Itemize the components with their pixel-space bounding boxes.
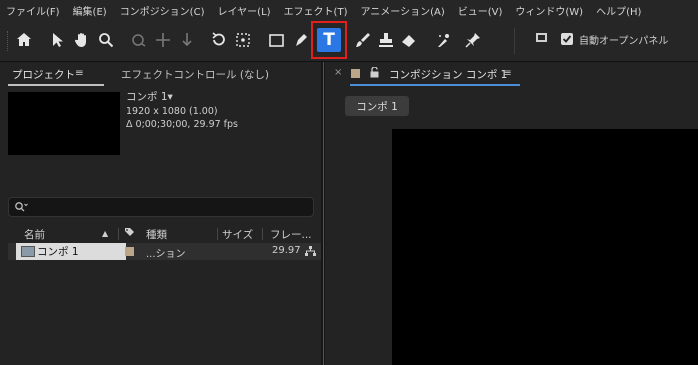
tab-project[interactable]: プロジェクト	[12, 67, 75, 82]
pen-icon[interactable]	[290, 29, 312, 51]
clone-stamp-icon[interactable]	[375, 29, 397, 51]
menu-animation[interactable]: アニメーション(A)	[360, 3, 444, 18]
pan-camera-icon[interactable]	[152, 29, 174, 51]
dropdown-arrow-icon[interactable]: ▾	[168, 91, 173, 103]
column-frame-rate[interactable]: フレー...	[270, 227, 312, 242]
comp-info-duration: Δ 0;00;30;00, 29.97 fps	[126, 119, 239, 130]
column-separator	[262, 228, 263, 240]
orbit-camera-icon[interactable]	[128, 29, 150, 51]
column-separator	[118, 228, 119, 240]
roto-brush-icon[interactable]	[433, 29, 455, 51]
project-panel: プロジェクト ≡ エフェクトコントロール (なし) コンポ 1▾ 1920 x …	[0, 62, 321, 365]
menu-file[interactable]: ファイル(F)	[6, 3, 60, 18]
auto-open-panels-checkbox[interactable]	[561, 33, 573, 45]
menu-bar: ファイル(F) 編集(E) コンポジション(C) レイヤー(L) エフェクト(T…	[0, 0, 698, 20]
project-search-input[interactable]	[8, 197, 314, 217]
comp-info-size: 1920 x 1080 (1.00)	[126, 106, 218, 117]
composition-viewer[interactable]	[392, 129, 698, 365]
eraser-icon[interactable]	[398, 29, 420, 51]
composition-icon	[21, 246, 35, 257]
toolbar-grip[interactable]	[7, 31, 9, 51]
auto-open-panels: 自動オープンパネル	[535, 31, 668, 47]
column-separator	[217, 228, 218, 240]
composition-panel: × コンポジション コンポ 1 ≡ コンポ 1	[325, 62, 698, 365]
flowchart-icon[interactable]	[305, 246, 316, 260]
active-tab-underline	[8, 84, 104, 86]
panel-menu-icon[interactable]: ≡	[75, 67, 84, 79]
selection-arrow-icon[interactable]	[47, 29, 69, 51]
label-tag-icon[interactable]	[124, 227, 135, 241]
project-item-name-cell[interactable]: コンポ 1	[16, 243, 126, 260]
column-size[interactable]: サイズ	[222, 227, 253, 242]
project-item-name: コンポ 1	[37, 246, 79, 258]
comp-info-name[interactable]: コンポ 1▾	[126, 89, 173, 104]
puppet-pin-icon[interactable]	[462, 29, 484, 51]
pan-behind-icon[interactable]	[232, 29, 254, 51]
tools-toolbar: T 自動オープンパネル	[0, 20, 698, 62]
zoom-icon[interactable]	[95, 29, 117, 51]
sort-up-icon[interactable]: ▲	[102, 229, 108, 238]
hand-icon[interactable]	[71, 29, 93, 51]
brush-icon[interactable]	[352, 29, 374, 51]
active-tab-underline	[350, 84, 520, 86]
menu-window[interactable]: ウィンドウ(W)	[515, 3, 583, 18]
menu-effect[interactable]: エフェクト(T)	[284, 3, 348, 18]
label-color-swatch[interactable]	[125, 247, 134, 256]
comp-navigator-button[interactable]: コンポ 1	[345, 96, 409, 116]
auto-open-panels-label: 自動オープンパネル	[579, 35, 669, 47]
rectangle-icon[interactable]	[266, 29, 288, 51]
project-list-header: 名前 ▲ 種類 サイズ フレー...	[8, 226, 321, 242]
menu-help[interactable]: ヘルプ(H)	[596, 3, 641, 18]
lock-icon[interactable]	[370, 66, 379, 81]
column-type[interactable]: 種類	[146, 227, 167, 242]
dolly-camera-icon[interactable]	[176, 29, 198, 51]
menu-view[interactable]: ビュー(V)	[458, 3, 503, 18]
active-panel-border	[323, 62, 324, 365]
project-item-fps: 29.97	[272, 245, 301, 256]
column-name[interactable]: 名前	[24, 227, 45, 242]
comp-label-swatch	[351, 69, 360, 78]
tab-composition[interactable]: コンポジション コンポ 1	[389, 67, 507, 82]
menu-layer[interactable]: レイヤー(L)	[217, 3, 270, 18]
home-icon[interactable]	[13, 29, 35, 51]
tab-effect-controls[interactable]: エフェクトコントロール (なし)	[121, 67, 269, 82]
project-panel-tabs: プロジェクト ≡ エフェクトコントロール (なし)	[0, 62, 321, 86]
toolbar-separator	[514, 28, 515, 54]
rotate-icon[interactable]	[208, 29, 230, 51]
menu-edit[interactable]: 編集(E)	[73, 3, 107, 18]
search-icon	[14, 201, 28, 216]
comp-thumbnail	[8, 92, 120, 155]
project-item-row[interactable]: コンポ 1 ...ション 29.97	[8, 243, 321, 260]
menu-composition[interactable]: コンポジション(C)	[120, 3, 205, 18]
panel-menu-icon[interactable]: ≡	[503, 67, 512, 79]
type-tool-highlight: T	[311, 21, 347, 59]
comp-info-name-text: コンポ 1	[126, 91, 168, 103]
project-item-type: ...ション	[146, 249, 186, 260]
panel-toggle-icon[interactable]	[535, 31, 548, 47]
close-icon[interactable]: ×	[334, 67, 342, 78]
type-tool-icon[interactable]: T	[317, 28, 341, 52]
